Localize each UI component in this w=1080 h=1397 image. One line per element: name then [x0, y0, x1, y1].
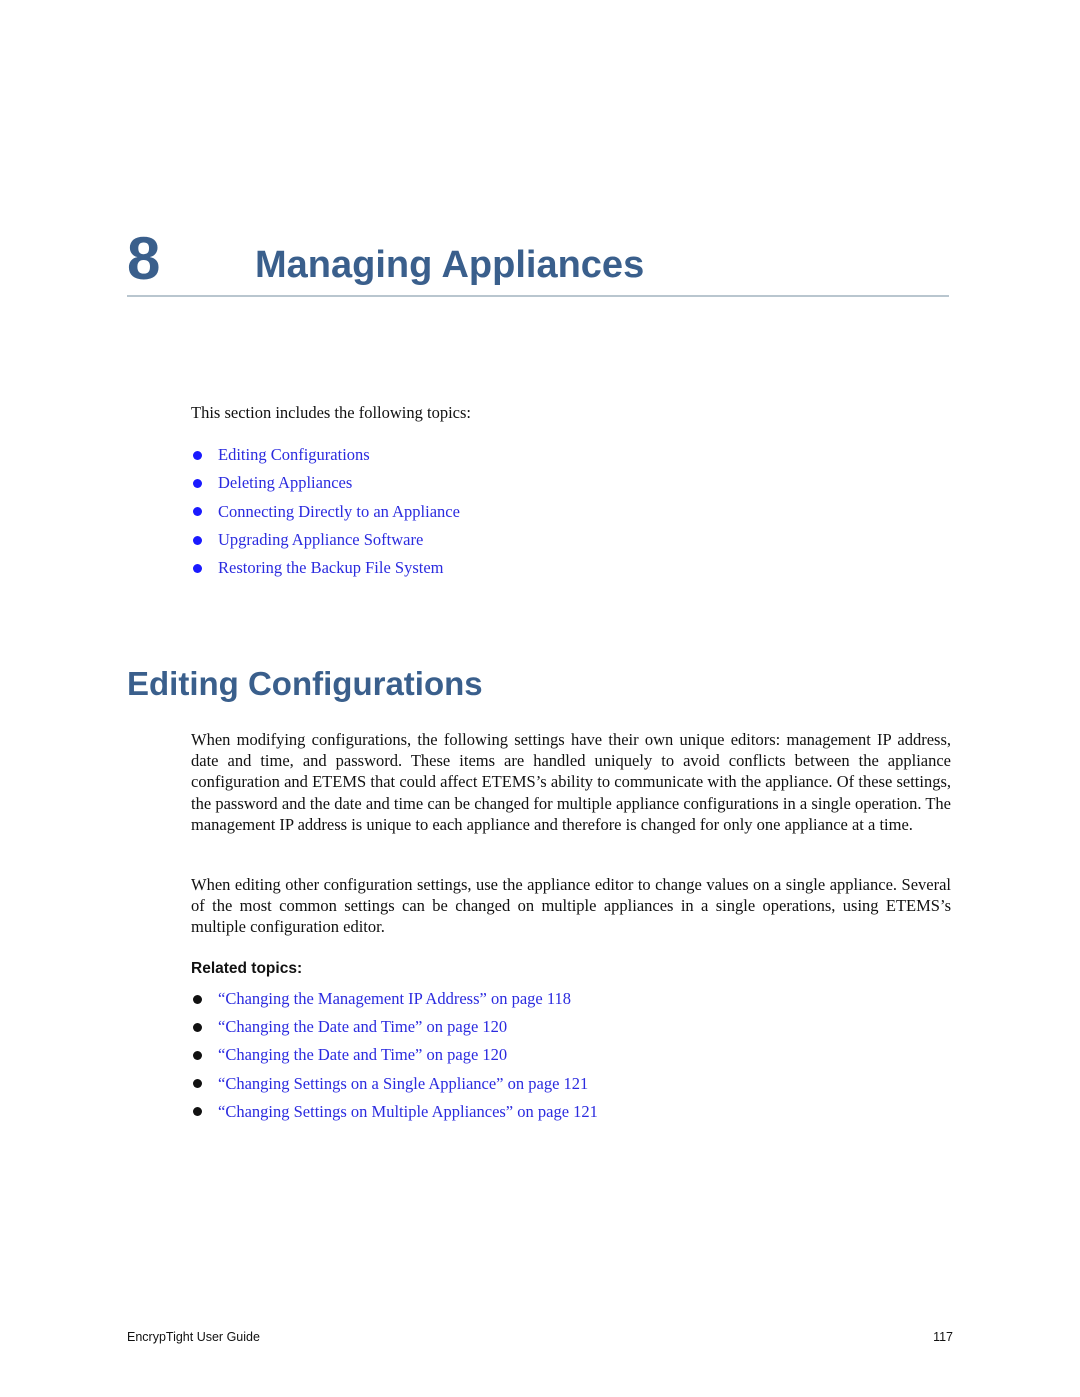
topic-link-restoring-backup[interactable]: Restoring the Backup File System: [218, 558, 443, 578]
topic-link-upgrading-software[interactable]: Upgrading Appliance Software: [218, 530, 423, 550]
chapter-number: 8: [127, 225, 161, 292]
body-paragraph-1: When modifying configurations, the follo…: [191, 730, 951, 834]
topic-list: Editing Configurations Deleting Applianc…: [191, 441, 460, 582]
list-item: Editing Configurations: [191, 441, 460, 469]
chapter-divider: [127, 295, 949, 297]
list-item: “Changing Settings on Multiple Appliance…: [191, 1098, 598, 1126]
list-item: Restoring the Backup File System: [191, 554, 460, 582]
related-link-multiple-appliances[interactable]: “Changing Settings on Multiple Appliance…: [218, 1102, 598, 1122]
related-link-date-time[interactable]: “Changing the Date and Time” on page 120: [218, 1017, 507, 1037]
topic-link-connecting-directly[interactable]: Connecting Directly to an Appliance: [218, 502, 460, 522]
bullet-icon: [193, 507, 202, 517]
bullet-icon: [193, 478, 202, 488]
list-item: “Changing the Date and Time” on page 120: [191, 1041, 598, 1069]
list-item: Deleting Appliances: [191, 469, 460, 497]
list-item: “Changing Settings on a Single Appliance…: [191, 1070, 598, 1098]
footer-page-number: 117: [933, 1330, 953, 1344]
related-link-single-appliance[interactable]: “Changing Settings on a Single Appliance…: [218, 1074, 588, 1094]
bullet-icon: [193, 1107, 202, 1117]
intro-text: This section includes the following topi…: [191, 403, 472, 422]
related-link-date-time-2[interactable]: “Changing the Date and Time” on page 120: [218, 1045, 507, 1065]
bullet-icon: [193, 994, 202, 1004]
bullet-icon: [193, 1050, 202, 1060]
bullet-icon: [193, 535, 202, 545]
related-link-management-ip[interactable]: “Changing the Management IP Address” on …: [218, 989, 571, 1009]
list-item: Upgrading Appliance Software: [191, 526, 460, 554]
related-topics-list: “Changing the Management IP Address” on …: [191, 985, 598, 1126]
list-item: Connecting Directly to an Appliance: [191, 498, 460, 526]
bullet-icon: [193, 563, 202, 573]
bullet-icon: [193, 450, 202, 460]
bullet-icon: [193, 1079, 202, 1089]
footer-guide-title: EncrypTight User Guide: [127, 1330, 260, 1344]
bullet-icon: [193, 1022, 202, 1032]
list-item: “Changing the Management IP Address” on …: [191, 985, 598, 1013]
topic-link-editing-configurations[interactable]: Editing Configurations: [218, 445, 370, 465]
chapter-title: Managing Appliances: [255, 244, 645, 286]
section-title: Editing Configurations: [127, 665, 483, 702]
topic-link-deleting-appliances[interactable]: Deleting Appliances: [218, 473, 352, 493]
body-paragraph-2: When editing other configuration setting…: [191, 875, 951, 937]
related-topics-heading: Related topics:: [191, 960, 303, 977]
list-item: “Changing the Date and Time” on page 120: [191, 1013, 598, 1041]
